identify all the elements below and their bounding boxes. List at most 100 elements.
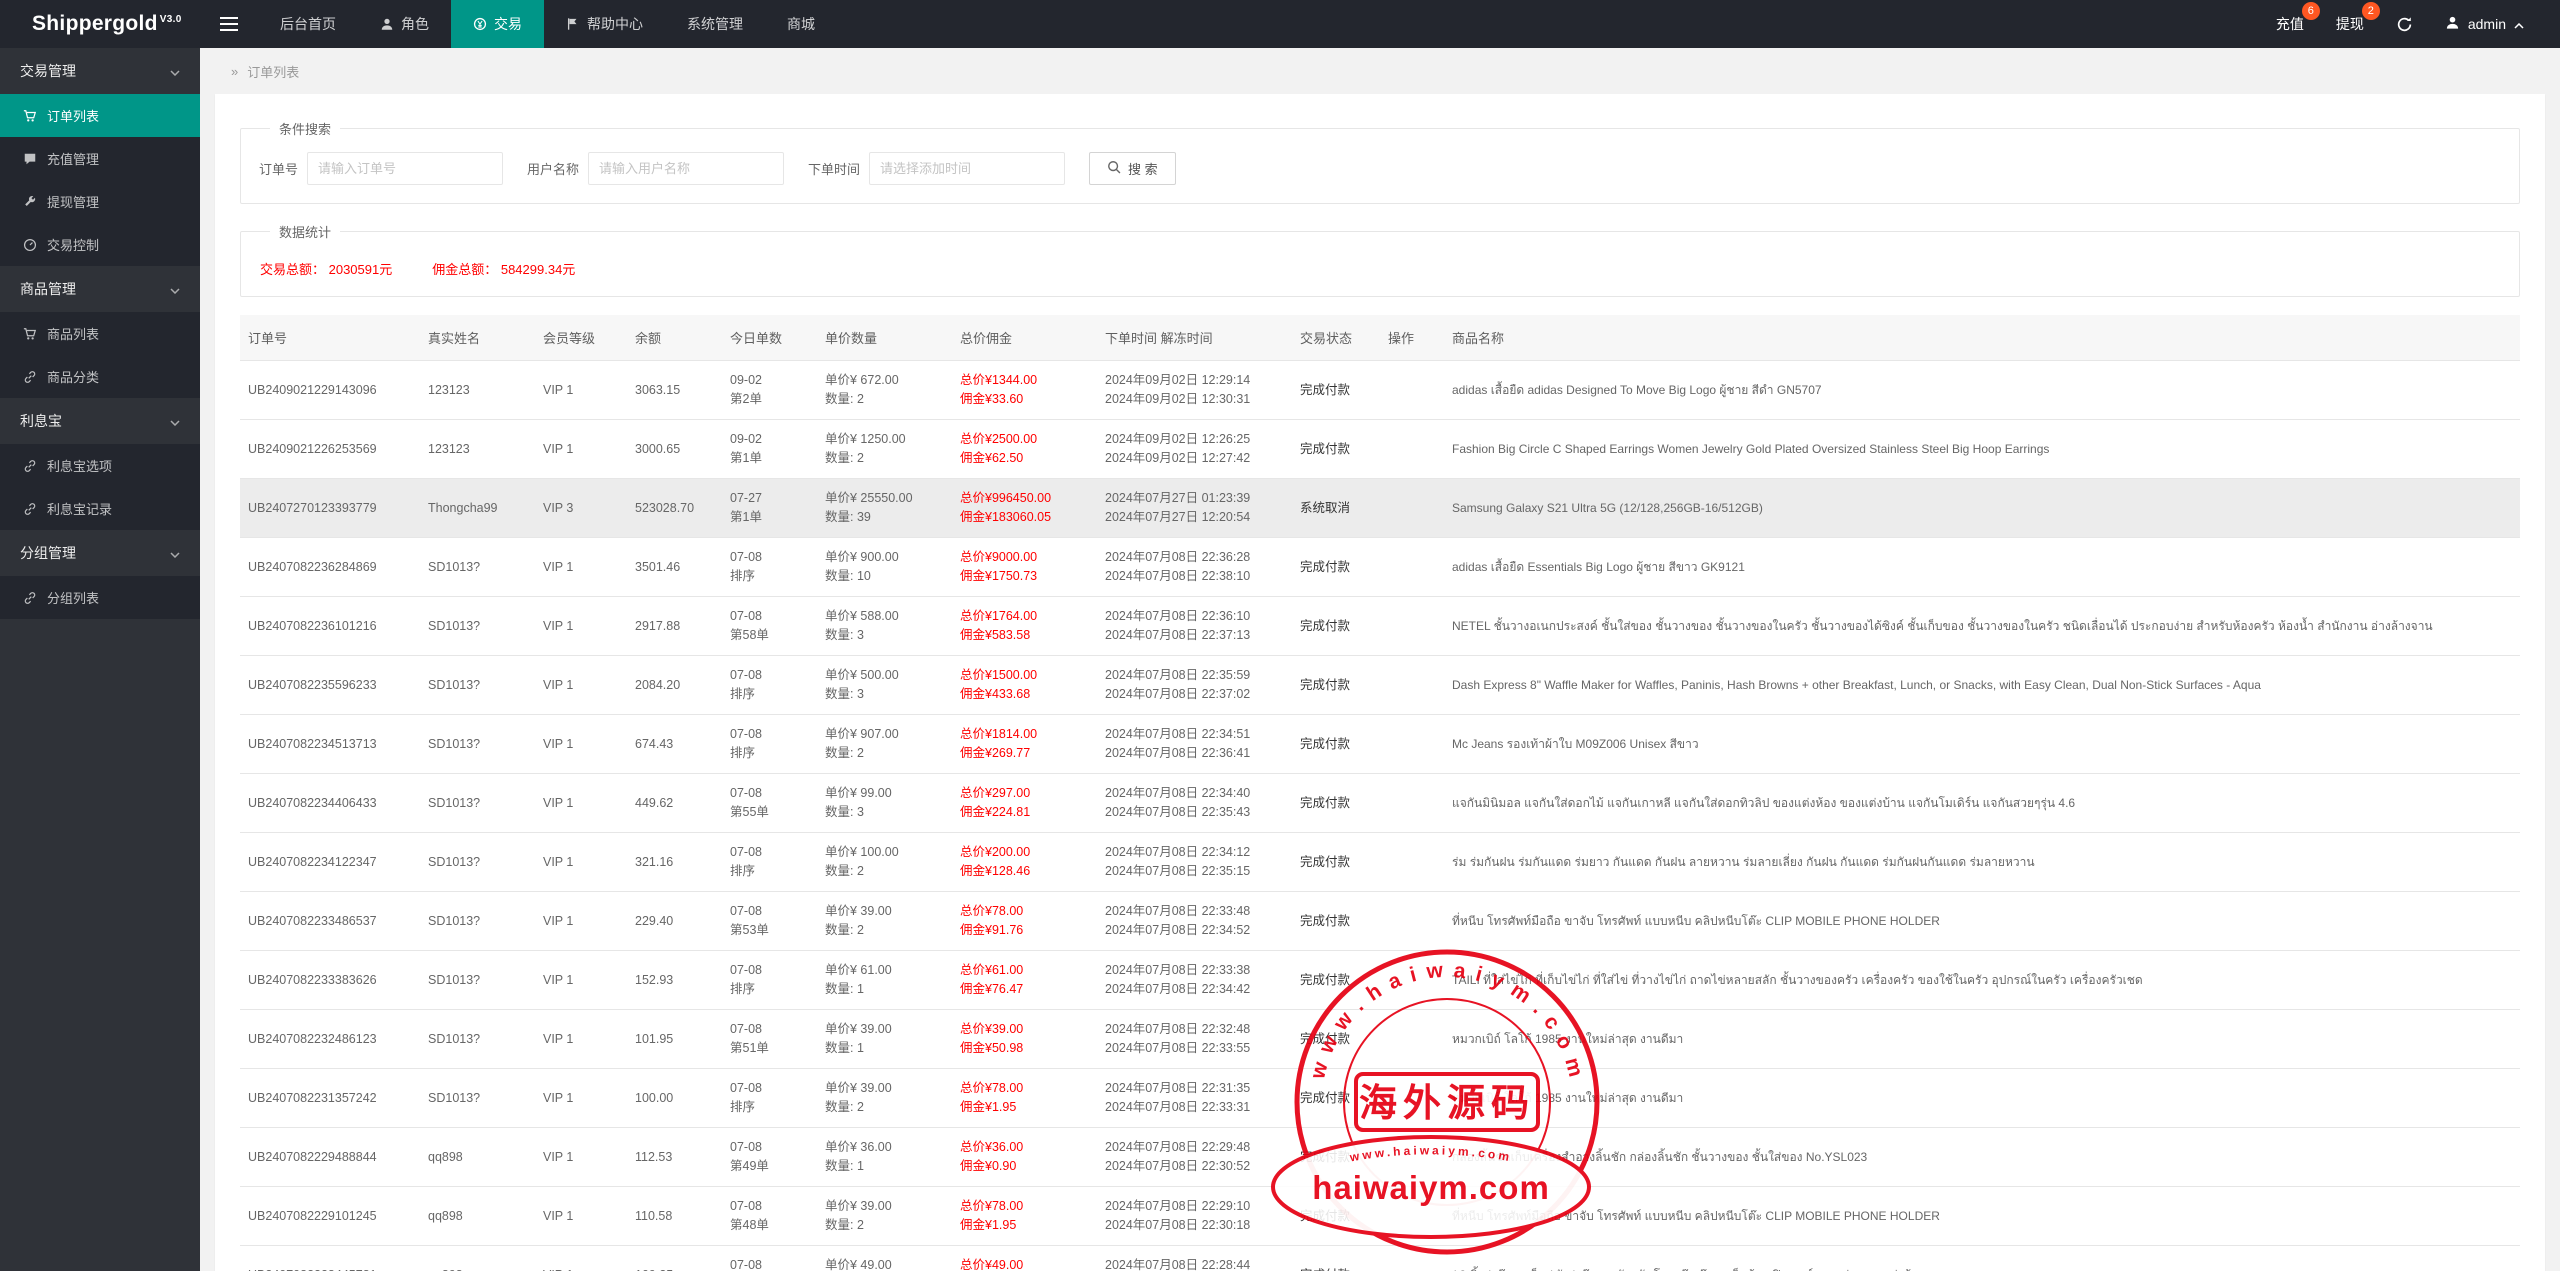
person-icon <box>380 17 394 31</box>
balance: 321.16 <box>627 833 722 892</box>
column-header: 订单号 <box>240 315 420 361</box>
total-commission: 总价¥297.00佣金¥224.81 <box>952 774 1097 833</box>
sidebar-item-group-list[interactable]: 分组列表 <box>0 576 200 619</box>
orders-table: 订单号真实姓名会员等级余额今日单数单价数量总价佣金下单时间 解冻时间交易状态操作… <box>240 315 2520 1271</box>
price-qty: 单价¥ 500.00数量: 3 <box>817 656 952 715</box>
times: 2024年07月08日 22:32:482024年07月08日 22:33:55 <box>1097 1010 1292 1069</box>
sidebar-item-withdraw-mgmt[interactable]: 提现管理 <box>0 180 200 223</box>
refresh-icon[interactable] <box>2396 16 2413 33</box>
vip-level: VIP 1 <box>535 1187 627 1246</box>
sidebar-item-label: 利息宝选项 <box>47 456 112 475</box>
real-name: SD1013? <box>420 774 535 833</box>
user-name-input[interactable] <box>588 152 784 185</box>
today-count: 07-08第53单 <box>722 892 817 951</box>
total-commission: 总价¥39.00佣金¥50.98 <box>952 1010 1097 1069</box>
times: 2024年07月08日 22:29:482024年07月08日 22:30:52 <box>1097 1128 1292 1187</box>
status: 完成付款 <box>1292 1010 1380 1069</box>
balance: 674.43 <box>627 715 722 774</box>
stats-fieldset: 数据统计 交易总额： 2030591元 佣金总额： 584299.34元 <box>240 222 2520 297</box>
actions <box>1380 774 1444 833</box>
topnav-item-help[interactable]: 帮助中心 <box>544 0 665 48</box>
search-button-label: 搜 索 <box>1128 159 1158 178</box>
vip-level: VIP 1 <box>535 1246 627 1271</box>
topnav-item-mall[interactable]: 商城 <box>765 0 837 48</box>
topnav-item-role[interactable]: 角色 <box>358 0 451 48</box>
actions <box>1380 1010 1444 1069</box>
vip-level: VIP 1 <box>535 656 627 715</box>
cart-icon <box>23 327 37 341</box>
sidebar-item-interest-records[interactable]: 利息宝记录 <box>0 487 200 530</box>
total-commission: 总价¥2500.00佣金¥62.50 <box>952 420 1097 479</box>
sidebar-item-label: 交易控制 <box>47 235 99 254</box>
table-row: UB2407082233383626SD1013?VIP 1152.9307-0… <box>240 951 2520 1010</box>
topnav-item-home[interactable]: 后台首页 <box>258 0 358 48</box>
price-qty: 单价¥ 100.00数量: 2 <box>817 833 952 892</box>
order-no: UB2407082234513713 <box>240 715 420 774</box>
sidebar-item-interest-options[interactable]: 利息宝选项 <box>0 444 200 487</box>
order-no-input[interactable] <box>307 152 503 185</box>
product-name: ( 2 ชิ้น ) ตุ๊กตาเด็ก ( รับ ) ตุ๊กตาอุรั… <box>1444 1246 2520 1271</box>
top-navbar: ShippergoldV3.0 后台首页角色交易帮助中心系统管理商城 充值6 提… <box>0 0 2560 48</box>
order-no: UB2407082233383626 <box>240 951 420 1010</box>
sidebar-group-interest[interactable]: 利息宝 <box>0 398 200 444</box>
total-commission: 总价¥61.00佣金¥76.47 <box>952 951 1097 1010</box>
sidebar-item-product-category[interactable]: 商品分类 <box>0 355 200 398</box>
withdraw-button[interactable]: 提现2 <box>2336 14 2364 34</box>
user-menu[interactable]: admin <box>2445 15 2524 33</box>
sidebar-item-label: 商品分类 <box>47 367 99 386</box>
column-header: 会员等级 <box>535 315 627 361</box>
product-name: ร่ม ร่มกันฝน ร่มกันแดด ร่มยาว กันแดด กัน… <box>1444 833 2520 892</box>
sidebar-group-group-mgmt[interactable]: 分组管理 <box>0 530 200 576</box>
real-name: qq898 <box>420 1246 535 1271</box>
total-commission: 总价¥1764.00佣金¥583.58 <box>952 597 1097 656</box>
table-row: UB2407082234122347SD1013?VIP 1321.1607-0… <box>240 833 2520 892</box>
real-name: 123123 <box>420 361 535 420</box>
search-button[interactable]: 搜 索 <box>1089 152 1176 185</box>
total-commission: 总价¥36.00佣金¥0.90 <box>952 1128 1097 1187</box>
status: 完成付款 <box>1292 597 1380 656</box>
sidebar-item-trade-control[interactable]: 交易控制 <box>0 223 200 266</box>
table-row: UB2407082233486537SD1013?VIP 1229.4007-0… <box>240 892 2520 951</box>
today-count: 09-02第2单 <box>722 361 817 420</box>
sidebar-group-trade-mgmt[interactable]: 交易管理 <box>0 48 200 94</box>
times: 2024年07月08日 22:36:282024年07月08日 22:38:10 <box>1097 538 1292 597</box>
withdraw-badge: 2 <box>2362 2 2380 20</box>
vip-level: VIP 1 <box>535 1010 627 1069</box>
order-time-field: 下单时间 <box>808 152 1065 185</box>
order-no: UB2407270123393779 <box>240 479 420 538</box>
sidebar-item-order-list[interactable]: 订单列表 <box>0 94 200 137</box>
order-time-input[interactable] <box>869 152 1065 185</box>
menu-toggle-icon[interactable] <box>200 0 258 48</box>
table-row: UB2407082229101245qq898VIP 1110.5807-08第… <box>240 1187 2520 1246</box>
today-count: 07-08第51单 <box>722 1010 817 1069</box>
balance: 100.00 <box>627 1069 722 1128</box>
product-name: กล่องลิ้นชักเก็บเครื่องสำอางลิ้นชัก กล่อ… <box>1444 1128 2520 1187</box>
actions <box>1380 833 1444 892</box>
column-header: 今日单数 <box>722 315 817 361</box>
sidebar-group-label: 分组管理 <box>20 543 76 563</box>
sidebar-group-product-mgmt[interactable]: 商品管理 <box>0 266 200 312</box>
order-no-label: 订单号 <box>259 159 298 178</box>
sidebar-item-product-list[interactable]: 商品列表 <box>0 312 200 355</box>
order-no: UB2409021226253569 <box>240 420 420 479</box>
topnav-item-trade[interactable]: 交易 <box>451 0 544 48</box>
table-row: UB2407082232486123SD1013?VIP 1101.9507-0… <box>240 1010 2520 1069</box>
real-name: qq898 <box>420 1128 535 1187</box>
app-version: V3.0 <box>160 14 182 25</box>
real-name: SD1013? <box>420 538 535 597</box>
actions <box>1380 1069 1444 1128</box>
chevron-down-icon <box>170 413 180 429</box>
status: 完成付款 <box>1292 892 1380 951</box>
cart-icon <box>23 109 37 123</box>
sidebar-item-recharge-mgmt[interactable]: 充值管理 <box>0 137 200 180</box>
recharge-button[interactable]: 充值6 <box>2276 14 2304 34</box>
sidebar-group-label: 交易管理 <box>20 61 76 81</box>
topnav-item-system[interactable]: 系统管理 <box>665 0 765 48</box>
vip-level: VIP 3 <box>535 479 627 538</box>
actions <box>1380 597 1444 656</box>
username: admin <box>2468 16 2506 32</box>
product-name: Samsung Galaxy S21 Ultra 5G (12/128,256G… <box>1444 479 2520 538</box>
actions <box>1380 892 1444 951</box>
user-name-field: 用户名称 <box>527 152 784 185</box>
search-legend: 条件搜索 <box>270 119 340 138</box>
